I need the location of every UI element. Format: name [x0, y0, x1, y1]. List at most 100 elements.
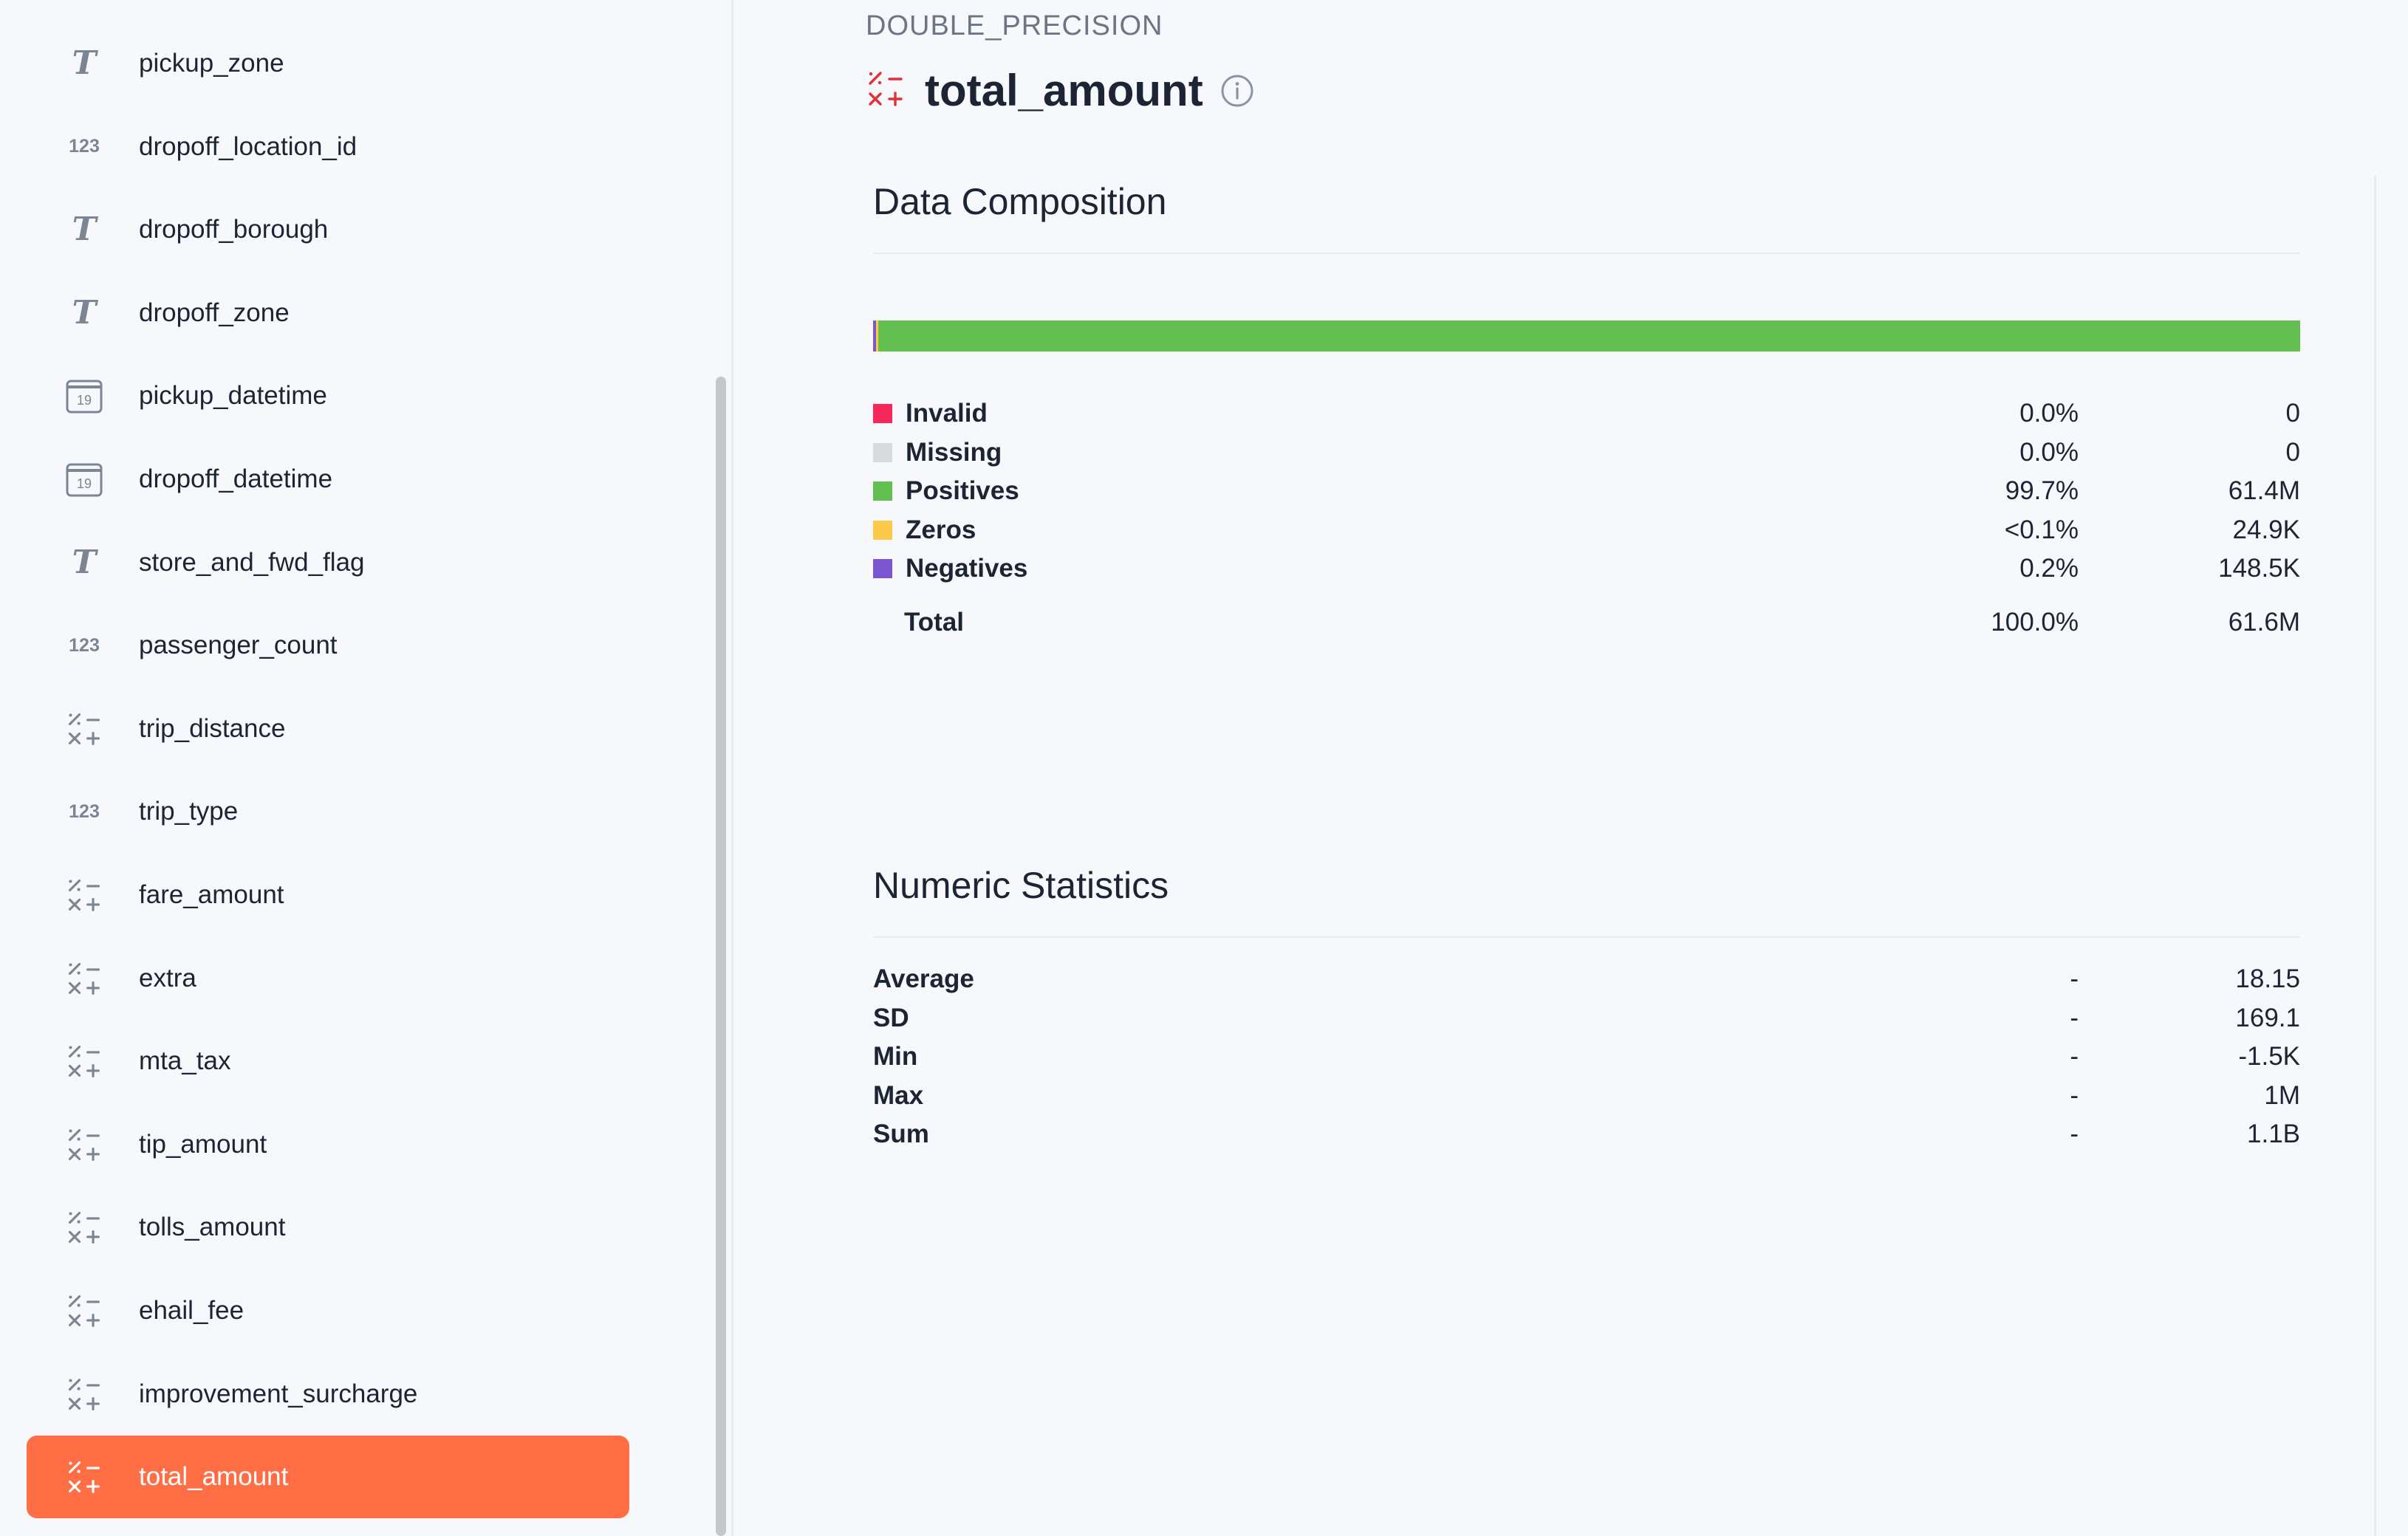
row-label: Average: [873, 964, 974, 993]
sidebar-item-total-amount[interactable]: total_amount: [27, 1436, 629, 1519]
decimal-type-icon: [64, 877, 105, 913]
sidebar-item-pickup-zone[interactable]: Tpickup_zone: [27, 22, 629, 105]
decimal-type-icon: [64, 1043, 105, 1080]
row-percentage: 0.0%: [2019, 437, 2079, 467]
table-row: Sum - 1.1B: [873, 1115, 2300, 1153]
column-detail-panel: DOUBLE_PRECISION total_amount Data Compo…: [734, 0, 2408, 1536]
row-value: 0: [2285, 399, 2300, 428]
sidebar-item-label: passenger_count: [139, 631, 338, 660]
row-label: SD: [873, 1003, 909, 1032]
sidebar-item-label: pickup_zone: [139, 49, 284, 78]
sidebar-item-label: trip_distance: [139, 713, 286, 743]
row-value: 0: [2285, 437, 2300, 467]
text-type-icon: T: [72, 293, 97, 332]
integer-type-icon: 123: [69, 634, 100, 656]
sidebar-item-label: total_amount: [139, 1462, 289, 1492]
text-type-icon: T: [72, 543, 97, 581]
data-type-caption: DOUBLE_PRECISION: [866, 10, 1163, 41]
row-value: 148.5K: [2218, 554, 2300, 583]
sidebar-item-label: store_and_fwd_flag: [139, 547, 365, 577]
table-row: SD - 169.1: [873, 999, 2300, 1038]
composition-bar: [873, 320, 2300, 352]
sidebar-scrollbar-thumb[interactable]: [716, 377, 726, 1536]
row-value: 1M: [2264, 1080, 2300, 1110]
sidebar-item-fare-amount[interactable]: fare_amount: [27, 854, 629, 936]
row-label: Invalid: [906, 399, 988, 428]
sidebar-item-extra[interactable]: extra: [27, 937, 629, 1020]
integer-type-icon: 123: [69, 136, 100, 157]
text-type-icon: T: [72, 44, 97, 82]
row-label: Total: [904, 607, 965, 637]
text-type-icon: T: [72, 210, 97, 249]
column-sidebar: Tpickup_zone 123 dropoff_location_id Tdropo…: [0, 0, 711, 1536]
page: Tpickup_zone 123 dropoff_location_id Tdropo…: [0, 0, 2408, 1536]
row-percentage: <0.1%: [2004, 515, 2079, 544]
sidebar-item-dropoff-borough[interactable]: Tdropoff_borough: [27, 188, 629, 271]
sidebar-item-improvement-surcharge[interactable]: improvement_surcharge: [27, 1353, 629, 1436]
decimal-type-icon: [64, 1376, 105, 1413]
sidebar-item-label: trip_type: [139, 797, 239, 826]
sidebar-item-label: extra: [139, 963, 196, 992]
sidebar-item-ehail-fee[interactable]: ehail_fee: [27, 1269, 629, 1352]
sidebar-item-trip-distance[interactable]: trip_distance: [27, 688, 629, 770]
column-title-row: total_amount: [866, 65, 1255, 116]
row-label: Max: [873, 1080, 924, 1110]
row-label: Zeros: [906, 515, 976, 544]
row-label: Negatives: [906, 554, 1028, 583]
sidebar-item-dropoff-location-id[interactable]: 123 dropoff_location_id: [27, 106, 629, 188]
table-row: Total 100.0% 61.6M: [873, 603, 2300, 642]
sidebar-item-label: dropoff_datetime: [139, 464, 333, 493]
section-divider: [873, 253, 2300, 254]
decimal-type-icon: [64, 1292, 105, 1329]
sidebar-item-pickup-datetime[interactable]: 19 pickup_datetime: [27, 354, 629, 437]
decimal-type-icon: [64, 1458, 105, 1495]
table-row: Invalid 0.0% 0: [873, 394, 2300, 433]
data-composition-title: Data Composition: [873, 181, 1167, 222]
table-row: Negatives 0.2% 148.5K: [873, 549, 2300, 588]
decimal-type-icon: [64, 1126, 105, 1163]
sidebar-item-tolls-amount[interactable]: tolls_amount: [27, 1186, 629, 1269]
integer-type-icon: 123: [69, 800, 100, 822]
sidebar-item-dropoff-datetime[interactable]: 19 dropoff_datetime: [27, 438, 629, 521]
row-value: 18.15: [2235, 964, 2300, 993]
svg-text:19: 19: [77, 476, 92, 491]
sidebar-item-passenger-count[interactable]: 123 passenger_count: [27, 604, 629, 687]
row-percentage: 99.7%: [2005, 476, 2079, 505]
row-value: 61.6M: [2228, 607, 2300, 637]
panel-divider: [731, 0, 733, 1536]
row-value: 24.9K: [2232, 515, 2300, 544]
row-percentage: 0.2%: [2019, 554, 2079, 583]
row-value: 61.4M: [2228, 476, 2300, 505]
row-percentage: 0.0%: [2019, 399, 2079, 428]
row-percentage: -: [2070, 1080, 2079, 1110]
sidebar-item-label: ehail_fee: [139, 1296, 244, 1325]
sidebar-item-trip-type[interactable]: 123 trip_type: [27, 770, 629, 853]
sidebar-item-label: dropoff_borough: [139, 215, 329, 244]
sidebar-item-store-and-fwd-flag[interactable]: Tstore_and_fwd_flag: [27, 521, 629, 604]
sidebar-item-mta-tax[interactable]: mta_tax: [27, 1020, 629, 1103]
calendar-type-icon: 19: [64, 460, 105, 498]
sidebar-item-tip-amount[interactable]: tip_amount: [27, 1103, 629, 1186]
row-value: -1.5K: [2238, 1042, 2300, 1071]
section-divider: [873, 936, 2300, 938]
row-percentage: -: [2070, 1120, 2079, 1148]
sidebar-item-label: mta_tax: [139, 1046, 231, 1076]
sidebar-item-label: improvement_surcharge: [139, 1379, 418, 1408]
table-row: Max - 1M: [873, 1077, 2300, 1115]
sidebar-item-label: dropoff_zone: [139, 298, 290, 327]
row-label: Min: [873, 1042, 918, 1071]
legend-swatch: [873, 520, 892, 540]
decimal-type-icon: [64, 1209, 105, 1246]
svg-text:19: 19: [77, 393, 92, 408]
row-label: Positives: [906, 476, 1019, 505]
sidebar-item-dropoff-zone[interactable]: Tdropoff_zone: [27, 272, 629, 354]
sidebar-item-label: fare_amount: [139, 880, 284, 909]
decimal-type-icon: [866, 69, 906, 112]
table-row: Positives 99.7% 61.4M: [873, 472, 2300, 510]
row-percentage: -: [2070, 1042, 2079, 1071]
legend-swatch: [873, 559, 892, 578]
sidebar-item-label: tolls_amount: [139, 1213, 286, 1242]
info-icon[interactable]: [1220, 73, 1255, 109]
row-value: 169.1: [2235, 1003, 2300, 1032]
row-percentage: 100.0%: [1991, 607, 2079, 637]
